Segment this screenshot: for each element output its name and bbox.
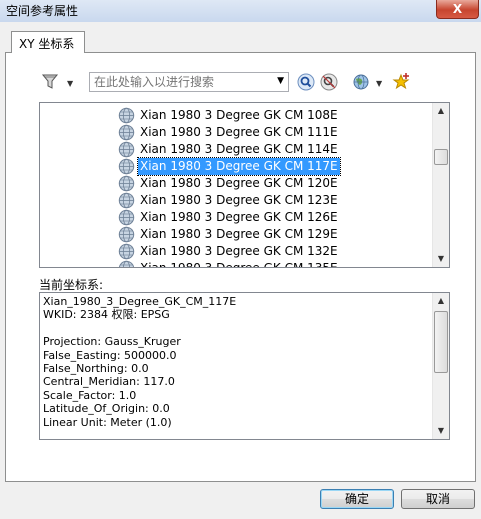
scroll-up-arrow[interactable]: ▲ — [433, 103, 449, 119]
list-item-label: Xian 1980 3 Degree GK CM 108E — [140, 108, 338, 122]
list-item[interactable]: Xian 1980 3 Degree GK CM 114E — [118, 141, 438, 158]
list-item[interactable]: Xian 1980 3 Degree GK CM 132E — [118, 243, 438, 260]
cancel-button[interactable]: 取消 — [401, 489, 475, 509]
search-dropdown-icon[interactable]: ▼ — [277, 76, 284, 86]
list-item-label: Xian 1980 3 Degree GK CM 135E — [140, 261, 338, 268]
scroll-down-arrow[interactable]: ▼ — [433, 251, 449, 267]
list-item-label: Xian 1980 3 Degree GK CM 126E — [140, 210, 338, 224]
filter-dropdown-icon[interactable]: ▼ — [67, 79, 73, 88]
list-item-label: Xian 1980 3 Degree GK CM 114E — [140, 142, 338, 156]
list-item-label: Xian 1980 3 Degree GK CM 129E — [140, 227, 338, 241]
coordinate-system-details[interactable]: Xian_1980_3_Degree_GK_CM_117E WKID: 2384… — [39, 292, 450, 440]
list-item[interactable]: Xian 1980 3 Degree GK CM 123E — [118, 192, 438, 209]
list-item[interactable]: Xian 1980 3 Degree GK CM 108E — [118, 107, 438, 124]
coordinate-system-list[interactable]: Xian 1980 3 Degree GK CM 108E Xian 1980 … — [39, 102, 450, 268]
window-title: 空间参考属性 — [6, 4, 79, 18]
list-item[interactable]: Xian 1980 3 Degree GK CM 135E — [118, 260, 438, 268]
clear-search-icon[interactable] — [319, 70, 339, 94]
list-item-label: Xian 1980 3 Degree GK CM 123E — [140, 193, 338, 207]
toolbar: ▼ ▼ ▼ — [39, 70, 414, 96]
ok-button[interactable]: 确定 — [320, 489, 394, 509]
search-input[interactable] — [90, 73, 270, 91]
list-item[interactable]: Xian 1980 3 Degree GK CM 129E — [118, 226, 438, 243]
list-item-selected[interactable]: Xian 1980 3 Degree GK CM 117E — [118, 157, 438, 176]
scrollbar-thumb[interactable] — [434, 149, 448, 165]
list-item-label: Xian 1980 3 Degree GK CM 120E — [140, 176, 338, 190]
list-scrollbar[interactable]: ▲ ▼ — [432, 103, 449, 267]
globe-icon[interactable] — [351, 70, 371, 94]
list-item-label: Xian 1980 3 Degree GK CM 111E — [140, 125, 338, 139]
details-text: Xian_1980_3_Degree_GK_CM_117E WKID: 2384… — [43, 295, 237, 429]
list-item[interactable]: Xian 1980 3 Degree GK CM 111E — [118, 124, 438, 141]
list-item-label: Xian 1980 3 Degree GK CM 117E — [137, 157, 341, 176]
title-bar: 空间参考属性 X — [0, 0, 481, 22]
current-coordinate-system-label: 当前坐标系: — [39, 278, 104, 292]
search-icon[interactable] — [296, 70, 316, 94]
list-item[interactable]: Xian 1980 3 Degree GK CM 120E — [118, 175, 438, 192]
close-button[interactable]: X — [436, 0, 479, 19]
globe-dropdown-icon[interactable]: ▼ — [376, 79, 382, 88]
globe-icon — [118, 260, 135, 267]
details-scrollbar[interactable]: ▲ ▼ — [432, 293, 449, 439]
list-item[interactable]: Xian 1980 3 Degree GK CM 126E — [118, 209, 438, 226]
search-box: ▼ — [89, 72, 289, 92]
scroll-down-arrow[interactable]: ▼ — [433, 423, 449, 439]
add-favorite-icon[interactable] — [391, 70, 411, 94]
scroll-up-arrow[interactable]: ▲ — [433, 293, 449, 309]
scrollbar-thumb[interactable] — [434, 311, 448, 373]
filter-icon[interactable] — [39, 70, 65, 94]
tab-xy-coordinate-system[interactable]: XY 坐标系 — [11, 31, 85, 53]
list-item-label: Xian 1980 3 Degree GK CM 132E — [140, 244, 338, 258]
